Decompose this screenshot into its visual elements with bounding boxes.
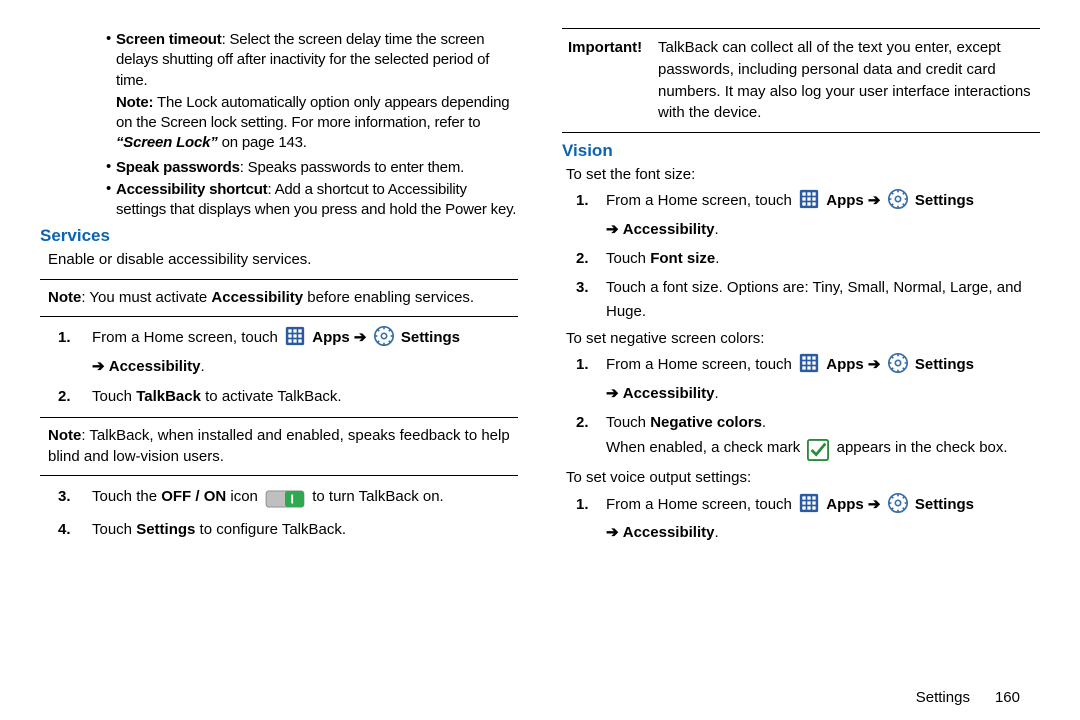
apps-icon <box>799 353 819 382</box>
divider <box>562 132 1040 133</box>
apps-icon <box>285 326 305 355</box>
term: Screen timeout <box>116 31 222 48</box>
divider <box>40 417 518 418</box>
note-rest: The Lock automatically option only appea… <box>116 94 509 131</box>
services-para: Enable or disable accessibility services… <box>48 250 518 270</box>
apps-icon <box>799 189 819 218</box>
services-heading: Services <box>40 226 518 246</box>
settings-icon <box>888 353 908 382</box>
neg-step-1: 1. From a Home screen, touch Apps ➔ Sett… <box>576 353 1040 407</box>
checkmark-icon <box>807 439 829 465</box>
footer-section: Settings <box>916 689 970 706</box>
services-step-4: 4. Touch Settings to configure TalkBack. <box>58 517 518 543</box>
neg-step-2: 2. Touch Negative colors. When enabled, … <box>576 411 1040 465</box>
rest: : Speaks passwords to enter them. <box>240 159 464 176</box>
apps-icon <box>799 493 819 522</box>
arrow-icon: ➔ <box>92 358 105 375</box>
footer-page: 160 <box>995 689 1020 706</box>
settings-icon <box>888 493 908 522</box>
term: Accessibility shortcut <box>116 181 267 198</box>
divider <box>40 316 518 317</box>
talkback-note: Note: TalkBack, when installed and enabl… <box>48 426 518 467</box>
note-lock-auto: Note: The Lock automatically option only… <box>116 93 518 154</box>
arrow-icon: ➔ <box>868 192 881 209</box>
arrow-icon: ➔ <box>606 221 619 238</box>
arrow-icon: ➔ <box>868 356 881 373</box>
services-step-3: 3. Touch the OFF / ON icon to turn TalkB… <box>58 484 518 514</box>
arrow-icon: ➔ <box>354 329 367 346</box>
font-size-intro: To set the font size: <box>566 165 1040 185</box>
page: • Screen timeout: Select the screen dela… <box>0 0 1080 720</box>
font-step-1: 1. From a Home screen, touch Apps ➔ Sett… <box>576 189 1040 243</box>
voice-step-1: 1. From a Home screen, touch Apps ➔ Sett… <box>576 493 1040 547</box>
divider <box>40 475 518 476</box>
font-step-3: 3. Touch a font size. Options are: Tiny,… <box>576 276 1040 326</box>
font-step-2: 2. Touch Font size. <box>576 247 1040 272</box>
voice-output-intro: To set voice output settings: <box>566 468 1040 488</box>
settings-icon <box>374 326 394 355</box>
page-footer: Settings 160 <box>916 689 1020 706</box>
term: Speak passwords <box>116 159 240 176</box>
note-tail: on page 143. <box>218 134 307 151</box>
bullet-accessibility-shortcut: • Accessibility shortcut: Add a shortcut… <box>106 180 518 221</box>
right-column: Important! TalkBack can collect all of t… <box>540 28 1040 710</box>
arrow-icon: ➔ <box>606 385 619 402</box>
arrow-icon: ➔ <box>606 524 619 541</box>
divider <box>40 279 518 280</box>
services-step-2: 2. Touch TalkBack to activate TalkBack. <box>58 384 518 410</box>
note-lead: Note: <box>116 94 153 111</box>
services-note: Note: You must activate Accessibility be… <box>48 288 518 308</box>
bullet-screen-timeout: • Screen timeout: Select the screen dela… <box>106 30 518 91</box>
divider <box>562 28 1040 29</box>
vision-heading: Vision <box>562 141 1040 161</box>
arrow-icon: ➔ <box>868 496 881 513</box>
toggle-on-icon <box>265 488 305 514</box>
settings-icon <box>888 189 908 218</box>
bullet-speak-passwords: • Speak passwords: Speaks passwords to e… <box>106 158 518 178</box>
neg-colors-intro: To set negative screen colors: <box>566 329 1040 349</box>
important-note: Important! TalkBack can collect all of t… <box>568 37 1034 124</box>
left-column: • Screen timeout: Select the screen dela… <box>40 28 540 710</box>
note-ref: “Screen Lock” <box>116 134 218 151</box>
services-step-1: 1. From a Home screen, touch Apps ➔ Sett… <box>58 325 518 380</box>
